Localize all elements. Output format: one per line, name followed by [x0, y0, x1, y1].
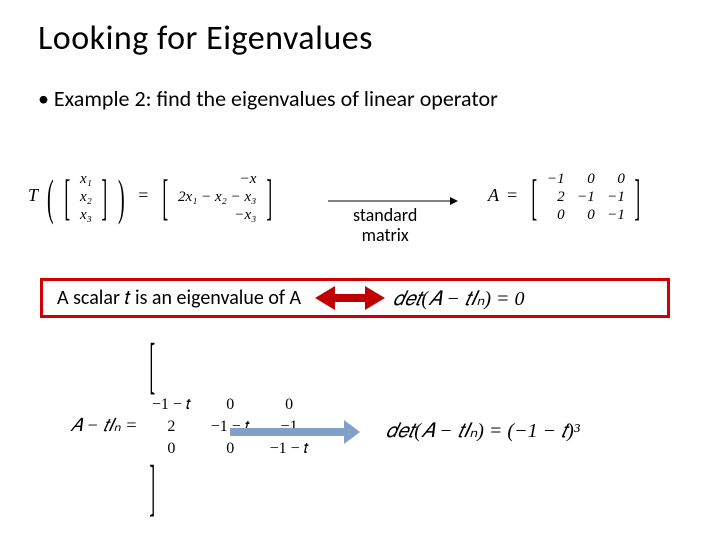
A-r1c1: −1 — [577, 188, 595, 206]
operator-definition-row: T ([ x₁ x₂ x₃ ]) = [ −x 2x₁ − x₂ − x₃ −x… — [28, 170, 708, 250]
A-r0c0: −1 — [547, 170, 565, 188]
determinant-result: 𝑑𝑒𝑡(𝐴 − 𝑡𝐼ₙ) = (−1 − 𝑡)³ — [386, 418, 580, 443]
eq-sign: = — [507, 185, 517, 205]
eigenvalue-condition-box: A scalar 𝑡 is an eigenvalue of A 𝑑𝑒𝑡(𝐴 −… — [40, 278, 670, 318]
res-r3: −x₃ — [178, 206, 256, 224]
A-r1c2: −1 — [607, 188, 625, 206]
A-r0c2: 0 — [607, 170, 625, 188]
result-arrow-icon — [230, 420, 360, 444]
A-r1c0: 2 — [547, 188, 565, 206]
AtI-r1c0: 2 — [142, 416, 201, 438]
standard-matrix-label: standardmatrix — [353, 205, 417, 245]
matrix-A: A = [ −1 2 0 0 −1 0 0 −1 −1 ] — [488, 170, 646, 224]
operator-T-equation: T ([ x₁ x₂ x₃ ]) = [ −x 2x₁ − x₂ − x₃ −x… — [28, 170, 278, 224]
res-r2: 2x₁ − x₂ − x₃ — [178, 188, 256, 206]
det-equation: 𝑑𝑒𝑡(𝐴 − 𝑡𝐼ₙ) = 0 — [393, 286, 524, 311]
A-tI-lhs: 𝐴 − 𝑡𝐼ₙ = — [70, 415, 137, 435]
vec-x2: x₂ — [80, 188, 92, 206]
A-r0c1: 0 — [577, 170, 595, 188]
A-r2c2: −1 — [607, 206, 625, 224]
A-r2c0: 0 — [547, 206, 565, 224]
maps-to-arrow — [328, 192, 458, 202]
matrix-A-label: A — [488, 185, 499, 205]
bullet-example: • Example 2: find the eigenvalues of lin… — [0, 59, 720, 112]
AtI-r0c2: 0 — [260, 394, 319, 416]
slide-title: Looking for Eigenvalues — [0, 0, 720, 59]
A-r2c1: 0 — [577, 206, 595, 224]
res-r1: −x — [178, 170, 256, 188]
iff-double-arrow-icon — [315, 284, 385, 312]
vec-x3: x₃ — [80, 206, 92, 224]
vec-x1: x₁ — [80, 170, 92, 188]
AtI-r0c1: 0 — [201, 394, 260, 416]
condition-text: A scalar 𝑡 is an eigenvalue of A — [43, 286, 301, 310]
operator-T: T — [28, 185, 38, 205]
